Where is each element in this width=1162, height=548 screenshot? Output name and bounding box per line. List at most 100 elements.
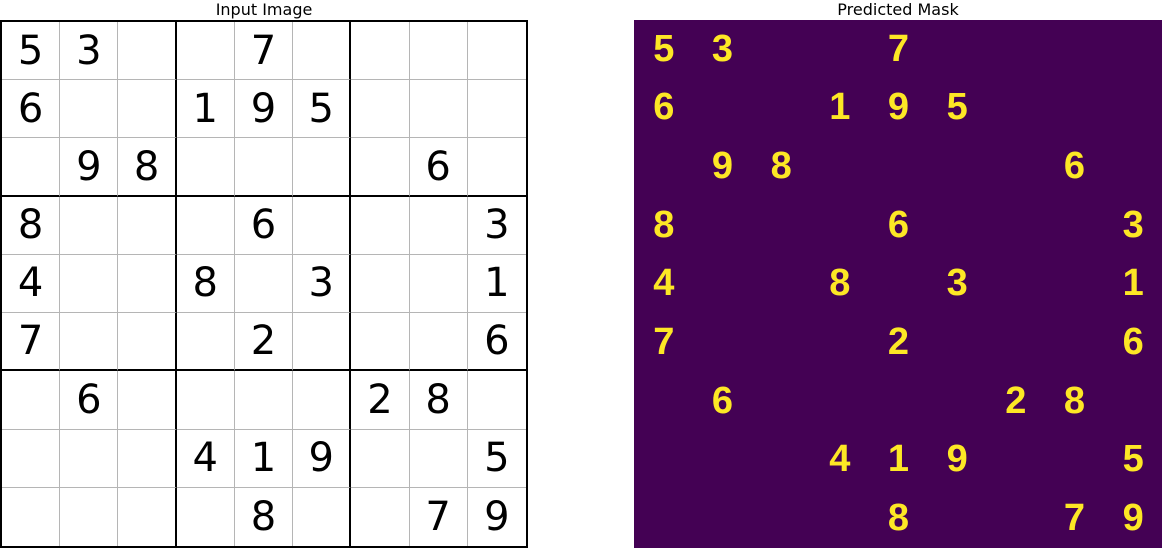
mask-digit: 6 (1103, 313, 1162, 372)
input-image-panel: Input Image 5376195986863483172662841958… (0, 0, 528, 20)
mask-digit: 5 (927, 79, 986, 138)
mask-digit-value: 6 (888, 204, 908, 247)
mask-digit-value: 8 (1064, 380, 1084, 423)
mask-digit-value: 1 (888, 438, 908, 481)
sudoku-cell (60, 488, 118, 546)
sudoku-cell (351, 80, 409, 138)
sudoku-cell-value: 5 (484, 438, 509, 478)
mask-digit-value: 1 (1123, 262, 1143, 305)
mask-digit: 9 (693, 137, 752, 196)
mask-digit-value: 8 (771, 145, 791, 188)
sudoku-cell-value: 8 (251, 497, 276, 537)
sudoku-cell-value: 8 (193, 263, 218, 303)
mask-digit-value: 4 (829, 438, 849, 481)
sudoku-cell-value: 6 (425, 147, 450, 187)
mask-digit-value: 6 (1064, 145, 1084, 188)
sudoku-cell-value: 9 (251, 89, 276, 129)
mask-image: 537619598686348317266284195879 (634, 20, 1162, 548)
sudoku-cell (118, 22, 176, 80)
sudoku-cell (410, 255, 468, 313)
mask-digit: 1 (810, 79, 869, 138)
mask-digit: 9 (869, 79, 928, 138)
mask-digit-value: 4 (653, 262, 673, 305)
mask-digit: 2 (986, 372, 1045, 431)
mask-digit: 5 (1103, 431, 1162, 490)
sudoku-cell: 8 (118, 138, 176, 196)
sudoku-cell (177, 371, 235, 429)
sudoku-cell-value: 7 (425, 497, 450, 537)
sudoku-cell: 8 (2, 197, 60, 255)
sudoku-cell (293, 22, 351, 80)
sudoku-cell-value: 8 (425, 380, 450, 420)
mask-digit-value: 3 (712, 28, 732, 71)
sudoku-cell (351, 313, 409, 371)
sudoku-cell (410, 313, 468, 371)
sudoku-cell: 5 (2, 22, 60, 80)
input-image-plot: 537619598686348317266284195879 (0, 20, 528, 548)
sudoku-cell-value: 2 (367, 380, 392, 420)
sudoku-cell (235, 138, 293, 196)
sudoku-cell: 5 (293, 80, 351, 138)
sudoku-cell-value: 2 (251, 321, 276, 361)
sudoku-cell (468, 138, 526, 196)
sudoku-cell: 6 (60, 371, 118, 429)
mask-digit: 8 (869, 489, 928, 548)
mask-digit: 7 (634, 313, 693, 372)
predicted-mask-panel: Predicted Mask 5376195986863483172662841… (634, 0, 1162, 20)
sudoku-cell (235, 255, 293, 313)
sudoku-cell-value: 3 (308, 263, 333, 303)
sudoku-cell: 9 (235, 80, 293, 138)
sudoku-cell (118, 255, 176, 313)
sudoku-cell (410, 197, 468, 255)
mask-digit: 9 (927, 431, 986, 490)
mask-digit: 6 (634, 79, 693, 138)
sudoku-cell: 3 (60, 22, 118, 80)
mask-digit: 8 (1045, 372, 1104, 431)
mask-digit-value: 1 (829, 86, 849, 129)
sudoku-cell (410, 22, 468, 80)
sudoku-cell (351, 22, 409, 80)
mask-digit: 7 (869, 20, 928, 79)
sudoku-cell-value: 9 (484, 497, 509, 537)
sudoku-cell: 6 (410, 138, 468, 196)
mask-digit: 6 (869, 196, 928, 255)
sudoku-cell (293, 488, 351, 546)
mask-digit-value: 7 (1064, 497, 1084, 540)
sudoku-cell-value: 8 (134, 147, 159, 187)
sudoku-cell (177, 197, 235, 255)
sudoku-cell (118, 197, 176, 255)
mask-digit: 3 (693, 20, 752, 79)
mask-digit-value: 9 (712, 145, 732, 188)
sudoku-cell: 1 (235, 430, 293, 488)
sudoku-cell (177, 488, 235, 546)
mask-digit-value: 8 (653, 204, 673, 247)
sudoku-cell (2, 371, 60, 429)
sudoku-cell: 9 (468, 488, 526, 546)
sudoku-cell (2, 488, 60, 546)
sudoku-cell-value: 9 (76, 147, 101, 187)
sudoku-cell: 2 (351, 371, 409, 429)
sudoku-cell-value: 4 (18, 263, 43, 303)
sudoku-cell: 7 (235, 22, 293, 80)
sudoku-cell-value: 3 (484, 205, 509, 245)
sudoku-cell: 3 (293, 255, 351, 313)
mask-digit: 1 (869, 431, 928, 490)
sudoku-cell: 7 (2, 313, 60, 371)
mask-digit-value: 5 (1123, 438, 1143, 481)
mask-digit-value: 2 (888, 321, 908, 364)
sudoku-cell (118, 488, 176, 546)
mask-digit: 5 (634, 20, 693, 79)
sudoku-cell (118, 430, 176, 488)
sudoku-cell: 4 (177, 430, 235, 488)
sudoku-cell (351, 197, 409, 255)
sudoku-cell (293, 313, 351, 371)
mask-digit-value: 3 (1123, 204, 1143, 247)
sudoku-cell-value: 5 (308, 89, 333, 129)
sudoku-cell (293, 371, 351, 429)
mask-digit: 4 (634, 255, 693, 314)
sudoku-cell-value: 5 (18, 31, 43, 71)
sudoku-cell (177, 22, 235, 80)
mask-digit-value: 2 (1005, 380, 1025, 423)
sudoku-cell (468, 22, 526, 80)
sudoku-grid: 537619598686348317266284195879 (0, 20, 528, 548)
